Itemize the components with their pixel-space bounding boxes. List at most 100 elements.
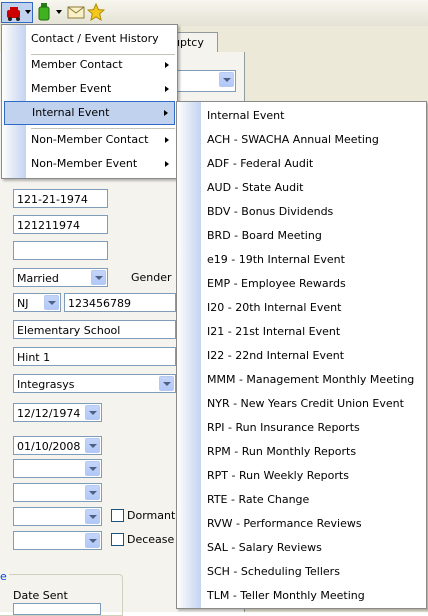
submenu-item-label: BRD - Board Meeting xyxy=(207,229,322,242)
chevron-right-icon xyxy=(165,161,169,167)
deceased-label: Decease xyxy=(127,533,175,546)
date-picker-5[interactable] xyxy=(13,507,102,526)
chevron-down-icon[interactable] xyxy=(91,270,106,285)
menu-item-member-contact[interactable]: Member Contact xyxy=(2,53,177,77)
state-select[interactable]: NJ xyxy=(13,293,61,312)
company-value: Integrasys xyxy=(17,378,75,391)
submenu-item-label: NYR - New Years Credit Union Event xyxy=(207,397,404,410)
submenu-item-label: BDV - Bonus Dividends xyxy=(207,205,334,218)
submenu-item[interactable]: RTE - Rate Change xyxy=(177,488,426,512)
internal-event-submenu: Internal Event ACH - SWACHA Annual Meeti… xyxy=(176,101,427,609)
menu-item-label: Member Contact xyxy=(31,58,123,71)
submenu-item[interactable]: Internal Event xyxy=(177,104,426,128)
submenu-item-label: SCH - Scheduling Tellers xyxy=(207,565,340,578)
submenu-item[interactable]: BDV - Bonus Dividends xyxy=(177,200,426,224)
submenu-item[interactable]: TLM - Teller Monthly Meeting xyxy=(177,584,426,608)
submenu-item-label: TLM - Teller Monthly Meeting xyxy=(207,589,365,602)
submenu-item-label: I22 - 22nd Internal Event xyxy=(207,349,345,362)
state-value: NJ xyxy=(17,297,29,310)
menu-item-contact-event-history[interactable]: Contact / Event History xyxy=(2,27,177,51)
dormant-label: Dormant xyxy=(127,509,176,522)
chevron-down-icon[interactable] xyxy=(85,509,100,524)
chevron-right-icon xyxy=(165,86,169,92)
chevron-down-icon[interactable] xyxy=(85,438,100,453)
chevron-down-icon[interactable] xyxy=(159,376,174,391)
envelope-icon xyxy=(67,6,85,19)
date-picker-3[interactable] xyxy=(13,459,102,478)
deceased-checkbox[interactable] xyxy=(111,533,124,546)
hint-field[interactable]: Hint 1 xyxy=(13,347,176,366)
submenu-item-label: I20 - 20th Internal Event xyxy=(207,301,342,314)
submenu-item-label: RPI - Run Insurance Reports xyxy=(207,421,360,434)
ssn-field[interactable]: 121-21-1974 xyxy=(13,189,108,208)
menu-item-label: Non-Member Event xyxy=(31,157,138,170)
submenu-item-label: SAL - Salary Reviews xyxy=(207,541,322,554)
menu-item-label: Contact / Event History xyxy=(31,32,159,45)
green-bottle-icon xyxy=(38,3,50,21)
chevron-right-icon xyxy=(164,110,168,116)
chevron-down-icon[interactable] xyxy=(85,461,100,476)
date-picker-4[interactable] xyxy=(13,483,102,502)
submenu-item-label: Internal Event xyxy=(207,109,285,122)
chevron-down-icon[interactable] xyxy=(85,533,100,548)
submenu-item[interactable]: AUD - State Audit xyxy=(177,176,426,200)
submenu-item[interactable]: SCH - Scheduling Tellers xyxy=(177,560,426,584)
submenu-item-label: RTE - Rate Change xyxy=(207,493,310,506)
red-flag-button[interactable] xyxy=(1,2,33,23)
envelope-button[interactable] xyxy=(66,3,86,23)
submenu-item[interactable]: MMM - Management Monthly Meeting xyxy=(177,368,426,392)
gender-label: Gender xyxy=(131,271,172,284)
chevron-down-icon[interactable] xyxy=(44,295,59,310)
submenu-item-label: RPM - Run Monthly Reports xyxy=(207,445,357,458)
dormant-checkbox[interactable] xyxy=(111,509,124,522)
menu-item-non-member-event[interactable]: Non-Member Event xyxy=(2,152,177,176)
red-flag-icon xyxy=(7,7,20,21)
chevron-down-icon[interactable] xyxy=(85,485,100,500)
submenu-item-label: ACH - SWACHA Annual Meeting xyxy=(207,133,379,146)
submenu-item[interactable]: SAL - Salary Reviews xyxy=(177,536,426,560)
submenu-item[interactable]: BRD - Board Meeting xyxy=(177,224,426,248)
date-sent-field[interactable] xyxy=(13,603,101,615)
submenu-item[interactable]: EMP - Employee Rewards xyxy=(177,272,426,296)
submenu-item-label: RPT - Run Weekly Reports xyxy=(207,469,349,482)
company-select[interactable]: Integrasys xyxy=(13,374,176,393)
submenu-item[interactable]: I22 - 22nd Internal Event xyxy=(177,344,426,368)
submenu-item[interactable]: I20 - 20th Internal Event xyxy=(177,296,426,320)
menu-item-non-member-contact[interactable]: Non-Member Contact xyxy=(2,128,177,152)
submenu-item[interactable]: RVW - Performance Reviews xyxy=(177,512,426,536)
star-button[interactable] xyxy=(87,3,107,23)
chevron-right-icon xyxy=(165,137,169,143)
id-field[interactable]: 121211974 xyxy=(13,215,108,234)
empty-field[interactable] xyxy=(13,241,108,260)
star-icon xyxy=(87,3,105,21)
birth-date-picker[interactable]: 12/12/1974 xyxy=(13,403,102,422)
submenu-item-label: MMM - Management Monthly Meeting xyxy=(207,373,415,386)
submenu-item[interactable]: RPM - Run Monthly Reports xyxy=(177,440,426,464)
submenu-item[interactable]: ACH - SWACHA Annual Meeting xyxy=(177,128,426,152)
submenu-item[interactable]: I21 - 21st Internal Event xyxy=(177,320,426,344)
submenu-item[interactable]: e19 - 19th Internal Event xyxy=(177,248,426,272)
group-title: e xyxy=(0,570,9,583)
submenu-item-label: e19 - 19th Internal Event xyxy=(207,253,345,266)
chevron-down-icon[interactable] xyxy=(219,72,234,87)
license-number-field[interactable]: 123456789 xyxy=(64,293,176,312)
menu-item-label: Non-Member Contact xyxy=(31,133,149,146)
education-field[interactable]: Elementary School xyxy=(13,320,176,339)
join-date-value: 01/10/2008 xyxy=(17,440,81,453)
date-picker-6[interactable] xyxy=(13,531,102,550)
date-sent-label: Date Sent xyxy=(13,589,68,602)
join-date-picker[interactable]: 01/10/2008 xyxy=(13,436,102,455)
bottle-button[interactable] xyxy=(36,3,62,23)
menu-item-internal-event[interactable]: Internal Event xyxy=(4,101,175,125)
menu-item-member-event[interactable]: Member Event xyxy=(2,77,177,101)
toolbar xyxy=(0,0,428,27)
menu-item-label: Internal Event xyxy=(32,106,110,119)
submenu-item[interactable]: NYR - New Years Credit Union Event xyxy=(177,392,426,416)
marital-status-select[interactable]: Married xyxy=(13,268,108,287)
submenu-item[interactable]: RPT - Run Weekly Reports xyxy=(177,464,426,488)
chevron-down-icon[interactable] xyxy=(85,405,100,420)
submenu-item[interactable]: ADF - Federal Audit xyxy=(177,152,426,176)
submenu-item[interactable]: RPI - Run Insurance Reports xyxy=(177,416,426,440)
top-combo[interactable] xyxy=(176,70,236,92)
submenu-item-label: EMP - Employee Rewards xyxy=(207,277,346,290)
